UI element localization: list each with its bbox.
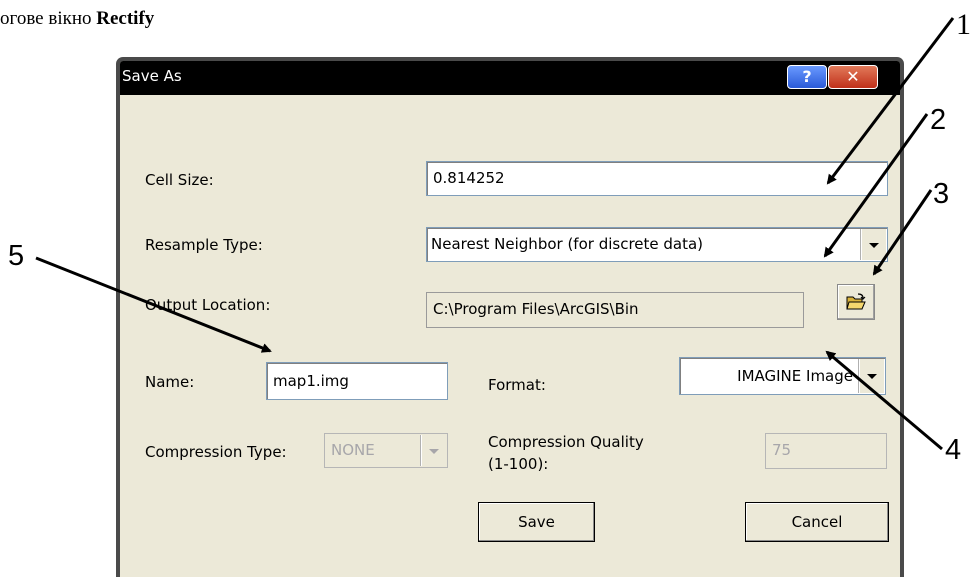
arrow-3 — [872, 189, 933, 276]
arrow-4 — [825, 350, 943, 451]
arrow-1 — [826, 17, 955, 185]
arrow-5 — [35, 256, 272, 353]
annotation-arrows — [35, 17, 955, 451]
arrow-2 — [823, 113, 929, 258]
